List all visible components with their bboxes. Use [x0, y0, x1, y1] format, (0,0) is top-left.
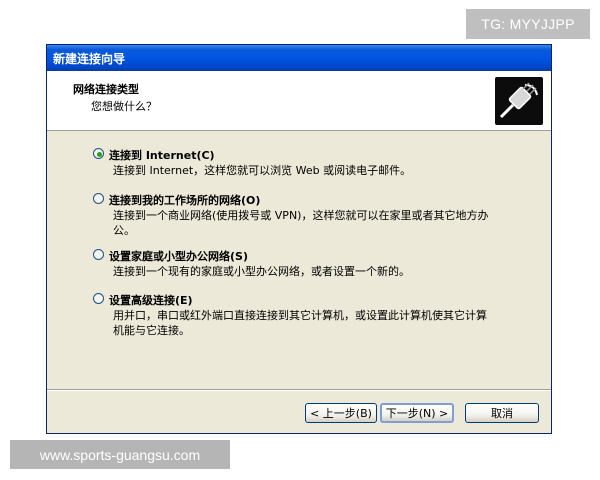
- option-label[interactable]: 连接到我的工作场所的网络(O): [109, 192, 260, 208]
- option-label[interactable]: 连接到 Internet(C): [109, 147, 215, 163]
- radio-connect-workplace[interactable]: [93, 193, 104, 204]
- radio-connect-internet[interactable]: [93, 148, 104, 159]
- option-description: 连接到 Internet，这样您就可以浏览 Web 或阅读电子邮件。: [113, 164, 412, 177]
- wizard-header: 网络连接类型 您想做什么？: [47, 71, 551, 131]
- button-separator: [47, 389, 551, 391]
- window-title: 新建连接向导: [47, 45, 551, 71]
- radio-selected-dot: [97, 152, 102, 157]
- option-description: 连接到一个商业网络(使用拨号或 VPN)，这样您就可以在家里或者其它地方办公。: [113, 209, 489, 237]
- next-button[interactable]: 下一步(N) >: [380, 403, 454, 423]
- option-label[interactable]: 设置家庭或小型办公网络(S): [109, 248, 248, 264]
- header-title: 网络连接类型: [73, 83, 139, 96]
- option-description: 连接到一个现有的家庭或小型办公网络，或者设置一个新的。: [113, 265, 410, 278]
- back-button[interactable]: < 上一步(B): [305, 403, 377, 423]
- header-subtitle: 您想做什么？: [91, 100, 157, 113]
- new-connection-wizard-dialog: 新建连接向导 网络连接类型 您想做什么？ 连接到 Internet(C) 连接到…: [46, 44, 552, 434]
- watermark-tag: TG: MYYJJPP: [466, 9, 590, 39]
- network-cable-icon: [495, 77, 543, 125]
- radio-home-office-network[interactable]: [93, 249, 104, 260]
- watermark-site: www.sports-guangsu.com: [10, 440, 230, 469]
- radio-advanced-connection[interactable]: [93, 293, 104, 304]
- cancel-button[interactable]: 取消: [465, 403, 539, 423]
- option-label[interactable]: 设置高级连接(E): [109, 292, 193, 308]
- option-description: 用并口，串口或红外端口直接连接到其它计算机，或设置此计算机使其它计算机能与它连接…: [113, 309, 487, 337]
